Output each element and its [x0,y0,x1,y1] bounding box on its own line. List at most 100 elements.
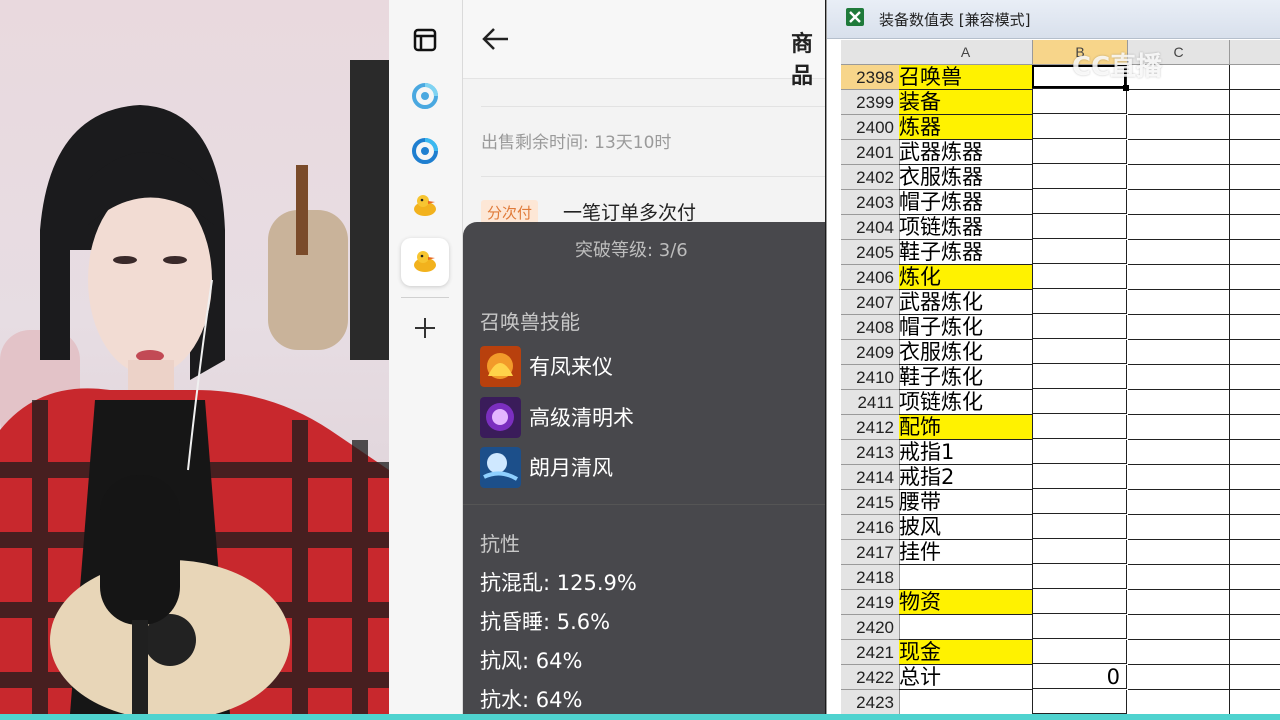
row-header[interactable]: 2420 [841,615,900,640]
cell-a[interactable]: 召唤兽 [899,65,1033,90]
row-header[interactable]: 2414 [841,465,900,490]
cell-a[interactable]: 鞋子炼化 [899,365,1033,390]
cell-c[interactable] [1128,90,1230,115]
cell-a[interactable]: 帽子炼器 [899,190,1033,215]
cell-b[interactable] [1033,190,1127,214]
row-header[interactable]: 2408 [841,315,900,340]
cell-d[interactable] [1230,690,1280,714]
cell-d[interactable] [1230,415,1280,440]
cell-a[interactable]: 衣服炼化 [899,340,1033,365]
cell-c[interactable] [1128,690,1230,714]
row-header[interactable]: 2402 [841,165,900,190]
row-header[interactable]: 2406 [841,265,900,290]
cell-a[interactable]: 披风 [899,515,1033,540]
row-header[interactable]: 2421 [841,640,900,665]
cell-d[interactable] [1230,215,1280,240]
cell-c[interactable] [1128,615,1230,640]
cell-c[interactable] [1128,565,1230,590]
cell-a[interactable] [899,690,1033,714]
cell-d[interactable] [1230,615,1280,640]
cell-b[interactable] [1033,690,1127,714]
cell-d[interactable] [1230,340,1280,365]
row-header[interactable]: 2410 [841,365,900,390]
row-header[interactable]: 2417 [841,540,900,565]
row-header[interactable]: 2411 [841,390,900,415]
sidebar-cc-live-2[interactable] [401,127,449,175]
cell-a[interactable]: 挂件 [899,540,1033,565]
cell-d[interactable] [1230,665,1280,690]
cell-b[interactable] [1033,515,1127,539]
row-header[interactable]: 2405 [841,240,900,265]
row-header[interactable]: 2409 [841,340,900,365]
cell-a[interactable]: 炼化 [899,265,1033,290]
cell-b[interactable]: 0 [1033,665,1127,689]
sidebar-duck-app-2[interactable] [401,238,449,286]
cell-b[interactable] [1033,490,1127,514]
cell-a[interactable] [899,615,1033,640]
cell-b[interactable] [1033,615,1127,639]
row-header[interactable]: 2419 [841,590,900,615]
cell-c[interactable] [1128,415,1230,440]
cell-a[interactable]: 戒指1 [899,440,1033,465]
row-header[interactable]: 2423 [841,690,900,714]
cell-c[interactable] [1128,440,1230,465]
cell-c[interactable] [1128,115,1230,140]
column-header-d[interactable] [1230,40,1280,65]
cell-a[interactable]: 腰带 [899,490,1033,515]
cell-d[interactable] [1230,515,1280,540]
cell-a[interactable]: 配饰 [899,415,1033,440]
cell-b[interactable] [1033,165,1127,189]
row-header[interactable]: 2422 [841,665,900,690]
fill-handle[interactable] [1123,85,1129,91]
cell-d[interactable] [1230,190,1280,215]
cell-b[interactable] [1033,215,1127,239]
cell-a[interactable]: 戒指2 [899,465,1033,490]
row-header[interactable]: 2407 [841,290,900,315]
cell-a[interactable]: 炼器 [899,115,1033,140]
cell-a[interactable]: 衣服炼器 [899,165,1033,190]
cell-a[interactable]: 装备 [899,90,1033,115]
cell-b[interactable] [1033,115,1127,139]
cell-a[interactable]: 项链炼器 [899,215,1033,240]
row-header[interactable]: 2413 [841,440,900,465]
sidebar-duck-app-1[interactable] [401,182,449,230]
cell-c[interactable] [1128,290,1230,315]
cell-b[interactable] [1033,340,1127,364]
cell-d[interactable] [1230,90,1280,115]
cell-b[interactable] [1033,415,1127,439]
cell-b[interactable] [1033,90,1127,114]
row-header[interactable]: 2398 [841,65,900,90]
cell-a[interactable]: 现金 [899,640,1033,665]
cell-c[interactable] [1128,190,1230,215]
row-header[interactable]: 2400 [841,115,900,140]
sidebar-cc-live-1[interactable] [401,72,449,120]
cell-c[interactable] [1128,515,1230,540]
cell-d[interactable] [1230,440,1280,465]
cell-b[interactable] [1033,290,1127,314]
cell-a[interactable]: 武器炼化 [899,290,1033,315]
cell-c[interactable] [1128,490,1230,515]
cell-d[interactable] [1230,490,1280,515]
cell-b[interactable] [1033,240,1127,264]
cell-d[interactable] [1230,290,1280,315]
cell-c[interactable] [1128,390,1230,415]
cell-b[interactable] [1033,590,1127,614]
row-header[interactable]: 2399 [841,90,900,115]
add-sidebar-app-button[interactable] [401,304,449,352]
cell-b[interactable] [1033,140,1127,164]
cell-c[interactable] [1128,315,1230,340]
cell-b[interactable] [1033,315,1127,339]
cell-c[interactable] [1128,240,1230,265]
cell-d[interactable] [1230,640,1280,665]
cell-d[interactable] [1230,65,1280,90]
cell-a[interactable]: 武器炼器 [899,140,1033,165]
cell-d[interactable] [1230,140,1280,165]
tab-panel-button[interactable] [401,16,449,64]
cell-b[interactable] [1033,565,1127,589]
select-all-corner[interactable] [841,40,900,65]
cell-a[interactable]: 帽子炼化 [899,315,1033,340]
column-header-a[interactable]: A [899,40,1033,65]
cell-b[interactable] [1033,540,1127,564]
cell-b[interactable] [1033,640,1127,664]
cell-c[interactable] [1128,340,1230,365]
